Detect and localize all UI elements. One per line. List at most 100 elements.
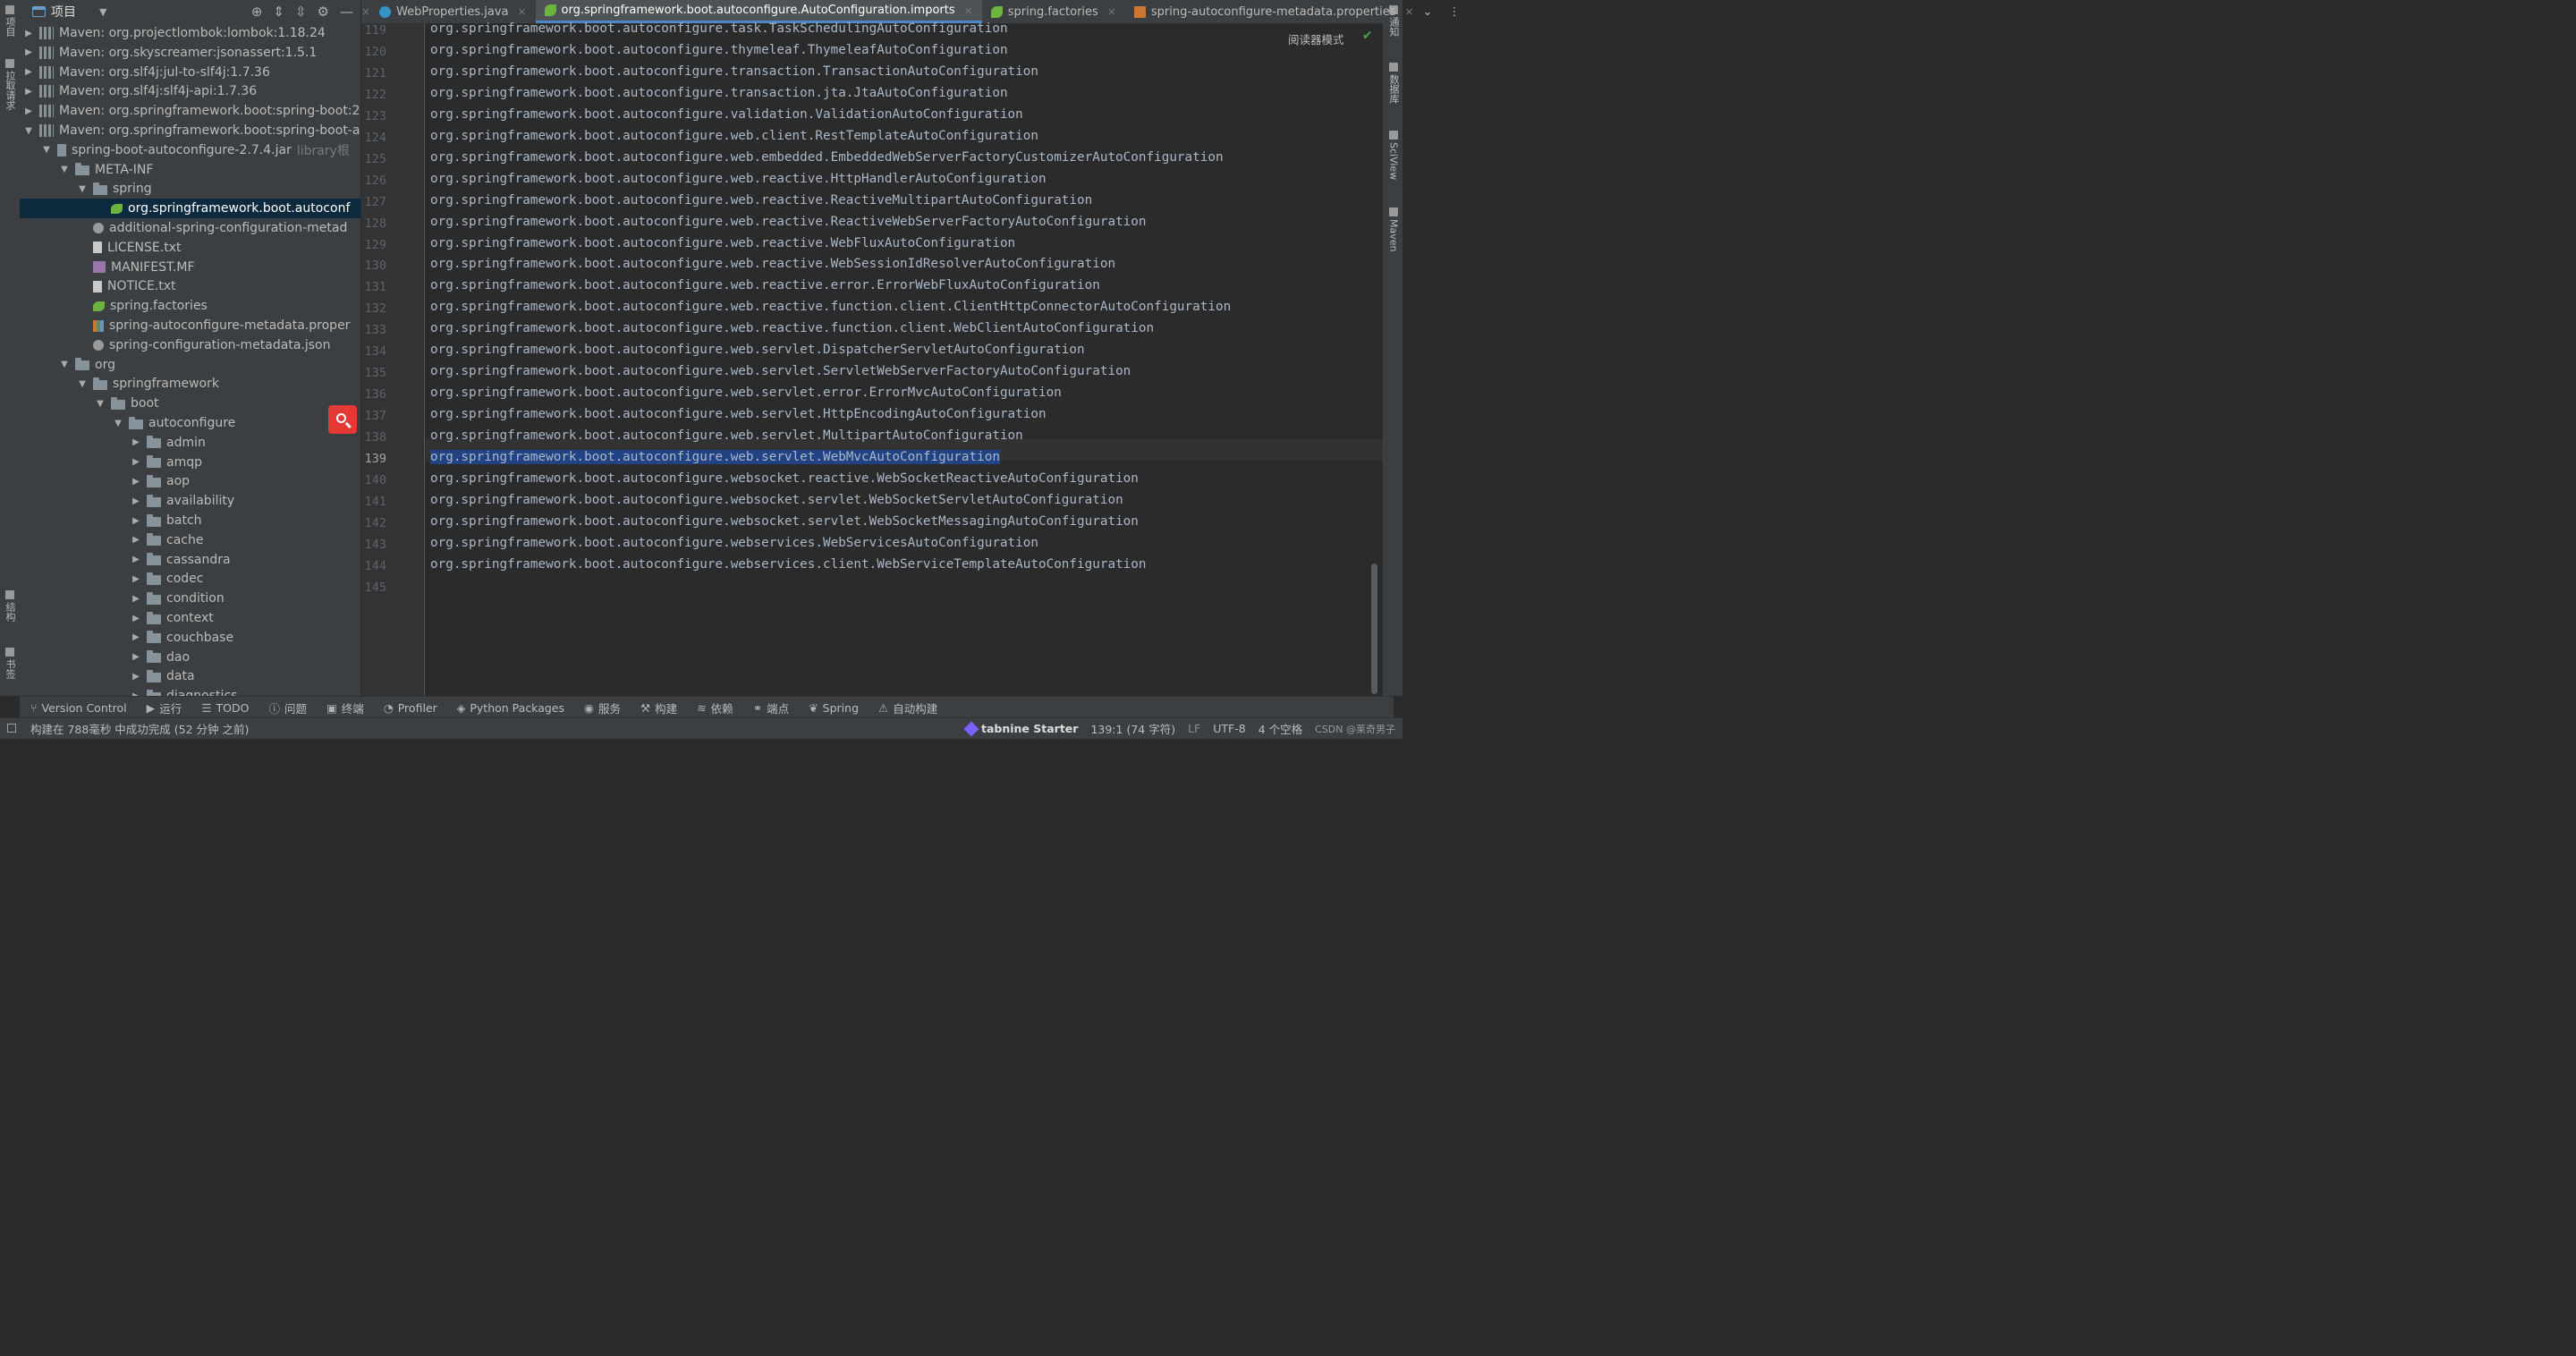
project-tool-tab[interactable]: 项目 — [2, 5, 18, 37]
chevron-down-icon[interactable]: ▼ — [59, 360, 70, 369]
code-line[interactable]: org.springframework.boot.autoconfigure.w… — [430, 364, 1131, 378]
tree-item[interactable]: ▶ Maven: org.springframework.boot:spring-… — [20, 101, 360, 121]
code-line[interactable]: org.springframework.boot.autoconfigure.t… — [430, 21, 1008, 36]
tree-item[interactable]: LICENSE.txt — [20, 238, 360, 258]
structure-tool-tab[interactable]: 结构 — [2, 590, 18, 622]
chevron-right-icon[interactable]: ▶ — [131, 516, 141, 526]
bookmarks-tool-tab[interactable]: 书签 — [2, 648, 18, 679]
code-line[interactable]: org.springframework.boot.autoconfigure.w… — [430, 150, 1224, 165]
chevron-right-icon[interactable]: ▶ — [131, 574, 141, 584]
tool-window-button[interactable]: ❦ Spring — [809, 701, 859, 715]
tool-window-button[interactable]: ⚭ 端点 — [753, 699, 790, 716]
tool-window-button[interactable]: ⓘ 问题 — [268, 699, 307, 716]
tool-window-button[interactable]: ▣ 终端 — [326, 699, 364, 716]
sciview-tool-tab[interactable]: SciView — [1385, 131, 1402, 180]
code-line[interactable]: org.springframework.boot.autoconfigure.w… — [430, 278, 1100, 292]
tree-item[interactable]: ▼ Maven: org.springframework.boot:spring-… — [20, 121, 360, 140]
close-tab-icon[interactable]: × — [964, 4, 973, 17]
chevron-right-icon[interactable]: ▶ — [23, 67, 34, 77]
tree-item[interactable]: ▼ autoconfigure — [20, 413, 360, 433]
tree-item[interactable]: ▶ batch — [20, 511, 360, 530]
code-line[interactable]: org.springframework.boot.autoconfigure.v… — [430, 107, 1023, 122]
chevron-right-icon[interactable]: ▶ — [131, 555, 141, 564]
tree-item[interactable]: ▶ aop — [20, 471, 360, 491]
tree-item[interactable]: ▶ codec — [20, 569, 360, 589]
code-line[interactable]: org.springframework.boot.autoconfigure.w… — [430, 343, 1085, 357]
code-editor[interactable] — [425, 23, 1383, 696]
chevron-down-icon[interactable]: ▼ — [77, 379, 88, 389]
tree-item[interactable]: ▶ dao — [20, 648, 360, 667]
chevron-right-icon[interactable]: ▶ — [131, 652, 141, 662]
chevron-right-icon[interactable]: ▶ — [23, 106, 34, 116]
chevron-right-icon[interactable]: ▶ — [131, 614, 141, 623]
editor-tab[interactable]: WebProperties.java × — [370, 0, 535, 23]
chevron-right-icon[interactable]: ▶ — [131, 632, 141, 642]
indent-setting[interactable]: 4 个空格 — [1258, 720, 1302, 737]
tool-window-button[interactable]: ◉ 服务 — [584, 699, 621, 716]
code-line[interactable]: org.springframework.boot.autoconfigure.w… — [430, 557, 1147, 572]
code-line[interactable]: org.springframework.boot.autoconfigure.w… — [430, 129, 1038, 143]
tree-item[interactable]: ▶ Maven: org.projectlombok:lombok:1.18.24 — [20, 23, 360, 43]
tree-item[interactable]: ▶ couchbase — [20, 628, 360, 648]
chevron-right-icon[interactable]: ▶ — [23, 47, 34, 57]
code-line[interactable]: org.springframework.boot.autoconfigure.w… — [430, 493, 1123, 507]
gear-icon[interactable]: ⚙ — [318, 4, 329, 20]
tool-window-button[interactable]: ◔ Profiler — [384, 701, 437, 715]
more-options-icon[interactable]: ⋮ — [1449, 5, 1461, 19]
tree-item[interactable]: ▼ spring — [20, 179, 360, 199]
expand-all-icon[interactable]: ⇕ — [273, 4, 284, 20]
tree-item[interactable]: ▶ admin — [20, 433, 360, 453]
chevron-down-icon[interactable]: ▼ — [59, 165, 70, 174]
code-line[interactable]: org.springframework.boot.autoconfigure.w… — [430, 514, 1139, 529]
editor-tab[interactable]: spring-autoconfigure-metadata.properties… — [1125, 0, 1423, 23]
tree-item[interactable]: spring.factories — [20, 296, 360, 316]
tree-item[interactable]: additional-spring-configuration-metad — [20, 218, 360, 238]
tree-item[interactable]: ▶ cache — [20, 530, 360, 550]
tool-window-button[interactable]: ☰ TODO — [201, 701, 249, 715]
tree-item[interactable]: MANIFEST.MF — [20, 258, 360, 277]
tree-item[interactable]: spring-autoconfigure-metadata.proper — [20, 316, 360, 335]
chevron-right-icon[interactable]: ▶ — [131, 594, 141, 604]
code-line[interactable]: org.springframework.boot.autoconfigure.w… — [430, 236, 1015, 250]
tree-item[interactable]: ▶ Maven: org.slf4j:slf4j-api:1.7.36 — [20, 81, 360, 101]
status-message[interactable]: 构建在 788毫秒 中成功完成 (52 分钟 之前) — [30, 720, 249, 737]
code-line[interactable]: org.springframework.boot.autoconfigure.w… — [430, 172, 1046, 186]
chevron-right-icon[interactable]: ▶ — [131, 496, 141, 506]
code-line[interactable]: org.springframework.boot.autoconfigure.t… — [430, 86, 1008, 100]
minimize-icon[interactable]: — — [340, 4, 353, 20]
code-line[interactable]: org.springframework.boot.autoconfigure.w… — [430, 428, 1023, 443]
tree-item[interactable]: ▼ META-INF — [20, 160, 360, 180]
chevron-right-icon[interactable]: ▶ — [131, 477, 141, 487]
tree-item[interactable]: ▶ context — [20, 608, 360, 628]
tool-window-button[interactable]: ◈ Python Packages — [457, 701, 564, 715]
tree-item[interactable]: ▶ amqp — [20, 453, 360, 472]
code-line[interactable]: org.springframework.boot.autoconfigure.w… — [430, 257, 1115, 271]
editor-tab[interactable]: spring.factories × — [982, 0, 1125, 23]
tabnine-status[interactable]: tabnine Starter — [963, 721, 1078, 736]
tree-item[interactable]: ▶ data — [20, 666, 360, 686]
tool-window-button[interactable]: ▶ 运行 — [147, 699, 182, 716]
tree-item[interactable]: ▶ condition — [20, 589, 360, 608]
chevron-down-icon[interactable]: ▼ — [113, 419, 123, 428]
project-view-selector[interactable]: 项目 ▼ — [32, 3, 106, 21]
search-button[interactable] — [328, 405, 357, 434]
maven-tool-tab[interactable]: Maven — [1385, 208, 1402, 251]
chevron-right-icon[interactable]: ▶ — [131, 672, 141, 682]
chevron-right-icon[interactable]: ▶ — [131, 535, 141, 545]
tree-item[interactable]: NOTICE.txt — [20, 276, 360, 296]
reader-mode-button[interactable]: 阅读器模式 — [1288, 30, 1344, 47]
tree-item[interactable]: ▶ Maven: org.skyscreamer:jsonassert:1.5.1 — [20, 43, 360, 63]
file-encoding[interactable]: UTF-8 — [1213, 722, 1245, 735]
code-line[interactable]: org.springframework.boot.autoconfigure.w… — [430, 215, 1147, 229]
toggle-panels-icon[interactable] — [7, 724, 16, 733]
close-tab-icon[interactable]: × — [517, 5, 526, 18]
tool-window-button[interactable]: ⑂ Version Control — [30, 701, 127, 715]
chevron-right-icon[interactable]: ▶ — [131, 457, 141, 467]
editor-tab[interactable]: org.springframework.boot.autoconfigure.A… — [535, 0, 982, 23]
code-line[interactable]: org.springframework.boot.autoconfigure.w… — [430, 536, 1038, 550]
tree-item[interactable]: ▶ Maven: org.slf4j:jul-to-slf4j:1.7.36 — [20, 63, 360, 82]
chevron-down-icon[interactable]: ▼ — [41, 145, 52, 155]
selected-code-line[interactable]: org.springframework.boot.autoconfigure.w… — [430, 450, 1000, 464]
close-icon[interactable]: × — [361, 0, 370, 23]
tree-item[interactable]: ▼ spring-boot-autoconfigure-2.7.4.jar libr… — [20, 140, 360, 160]
